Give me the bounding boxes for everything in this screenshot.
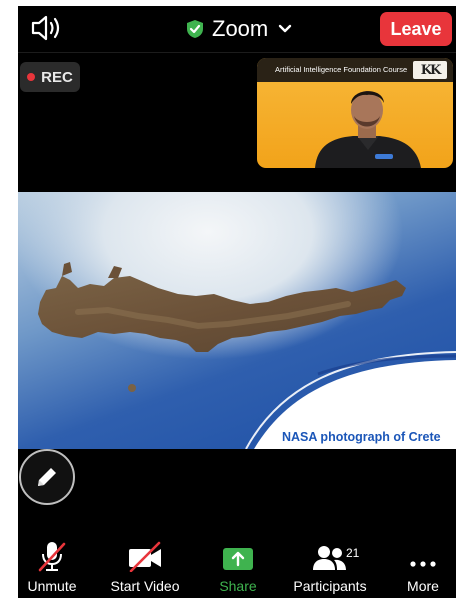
more-label: More	[407, 578, 439, 594]
slide-caption: NASA photograph of Crete	[282, 430, 441, 444]
recording-badge: REC	[20, 62, 80, 92]
annotate-button[interactable]	[19, 449, 75, 505]
top-bar: Zoom Leave	[18, 6, 456, 52]
more-button[interactable]: More	[400, 540, 446, 598]
top-divider	[18, 52, 456, 53]
start-video-button[interactable]: Start Video	[104, 540, 186, 598]
ellipsis-icon	[408, 540, 438, 572]
shared-screen	[18, 192, 456, 449]
crete-satellite-image	[38, 262, 456, 449]
video-thumbnail[interactable]: Artificial Intelligence Foundation Cours…	[257, 58, 453, 168]
participants-button[interactable]: Participants	[288, 540, 372, 598]
chevron-down-icon	[279, 24, 292, 33]
recording-label: REC	[41, 68, 73, 86]
meeting-title: Zoom	[212, 16, 269, 41]
people-icon	[310, 540, 350, 572]
recording-dot-icon	[27, 73, 36, 81]
bottom-toolbar: Unmute Start Video Share Participants 21…	[18, 540, 456, 598]
participants-label: Participants	[293, 578, 367, 594]
participants-count: 21	[346, 546, 360, 560]
leave-button[interactable]: Leave	[380, 12, 452, 46]
start-video-label: Start Video	[110, 578, 180, 594]
meeting-title-menu[interactable]: Zoom	[186, 14, 292, 44]
unmute-button[interactable]: Unmute	[20, 540, 84, 598]
course-logo: KK	[413, 61, 447, 79]
pencil-icon	[38, 468, 56, 486]
mic-off-icon	[35, 540, 69, 572]
share-button[interactable]: Share	[214, 540, 262, 598]
share-label: Share	[219, 578, 257, 594]
shield-check-icon	[187, 20, 203, 38]
video-off-icon	[125, 540, 165, 572]
unmute-label: Unmute	[27, 578, 77, 594]
meeting-screen: Zoom Leave REC Artificial Intelligence F…	[18, 6, 456, 598]
share-arrow-icon	[221, 540, 255, 572]
speaker-icon[interactable]	[30, 14, 64, 42]
course-title: Artificial Intelligence Foundation Cours…	[275, 65, 408, 74]
